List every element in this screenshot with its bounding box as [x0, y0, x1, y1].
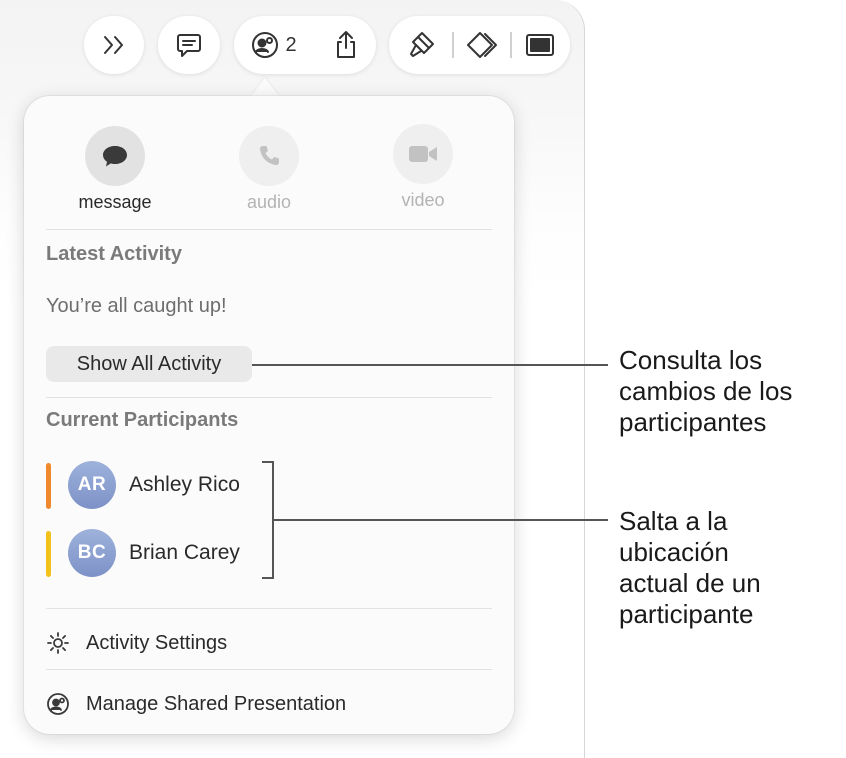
- format-brush-icon[interactable]: [395, 16, 449, 74]
- callout-participants: Salta a la ubicación actual de un partic…: [619, 506, 761, 630]
- comment-icon[interactable]: [158, 16, 220, 74]
- callout-activity: Consulta los cambios de los participante…: [619, 345, 792, 438]
- toolbar-group-collaborate: 2: [234, 16, 376, 74]
- callout-line-text: Salta a la: [619, 506, 728, 536]
- toolbar-group-format: [389, 16, 570, 74]
- activity-status-text: You’re all caught up!: [46, 295, 227, 317]
- collaborator-count: 2: [285, 33, 297, 56]
- toolbar-group-navigate: [84, 16, 144, 74]
- gear-icon: [47, 632, 69, 654]
- chevrons-right-icon[interactable]: [84, 16, 144, 74]
- callout-line-text: participante: [619, 599, 754, 629]
- activity-settings-button[interactable]: Activity Settings: [46, 623, 492, 663]
- latest-activity-title: Latest Activity: [46, 243, 182, 265]
- manage-shared-presentation-label: Manage Shared Presentation: [86, 692, 347, 715]
- callout-line-text: Consulta los: [619, 345, 763, 375]
- video-camera-icon: [393, 124, 453, 184]
- toolbar-group-comment: [158, 16, 220, 74]
- callout-line-text: participantes: [619, 407, 767, 437]
- toolbar-separator: [510, 32, 512, 58]
- collaboration-icon: [252, 32, 279, 58]
- current-participants-title: Current Participants: [46, 409, 239, 431]
- callout-line-activity: [252, 364, 608, 366]
- audio-button[interactable]: audio: [209, 126, 329, 213]
- divider: [46, 229, 492, 230]
- participant-row[interactable]: AR Ashley Rico: [46, 459, 286, 511]
- video-button[interactable]: video: [363, 124, 483, 211]
- collaboration-popover: message audio video Latest Activity You’…: [24, 96, 514, 734]
- divider: [46, 669, 492, 670]
- message-bubble-icon: [85, 126, 145, 186]
- share-icon[interactable]: [322, 16, 370, 74]
- manage-shared-presentation-button[interactable]: Manage Shared Presentation: [46, 684, 492, 724]
- participant-name: Brian Carey: [129, 541, 240, 564]
- participant-color-bar: [46, 463, 51, 509]
- divider: [46, 397, 492, 398]
- audio-label: audio: [246, 192, 292, 212]
- callout-line-text: actual de un: [619, 568, 761, 598]
- collaboration-button[interactable]: 2: [242, 16, 306, 74]
- phone-icon: [239, 126, 299, 186]
- participant-name: Ashley Rico: [129, 473, 240, 496]
- avatar: AR: [68, 461, 116, 509]
- video-label: video: [401, 190, 445, 210]
- collaboration-icon: [47, 693, 69, 715]
- divider: [46, 608, 492, 609]
- message-label: message: [78, 192, 152, 212]
- message-button[interactable]: message: [55, 126, 175, 213]
- avatar: BC: [68, 529, 116, 577]
- participant-row[interactable]: BC Brian Carey: [46, 527, 286, 579]
- callout-line-text: cambios de los: [619, 376, 793, 406]
- show-all-activity-button[interactable]: Show All Activity: [46, 346, 252, 382]
- toolbar-separator: [452, 32, 454, 58]
- activity-settings-label: Activity Settings: [86, 631, 228, 654]
- bracket-bottom: [262, 577, 274, 579]
- callout-line-participants: [273, 519, 608, 521]
- popover-arrow: [251, 78, 279, 96]
- document-icon[interactable]: [515, 16, 565, 74]
- callout-line-text: ubicación: [619, 537, 729, 567]
- participant-color-bar: [46, 531, 51, 577]
- animate-icon[interactable]: [457, 16, 507, 74]
